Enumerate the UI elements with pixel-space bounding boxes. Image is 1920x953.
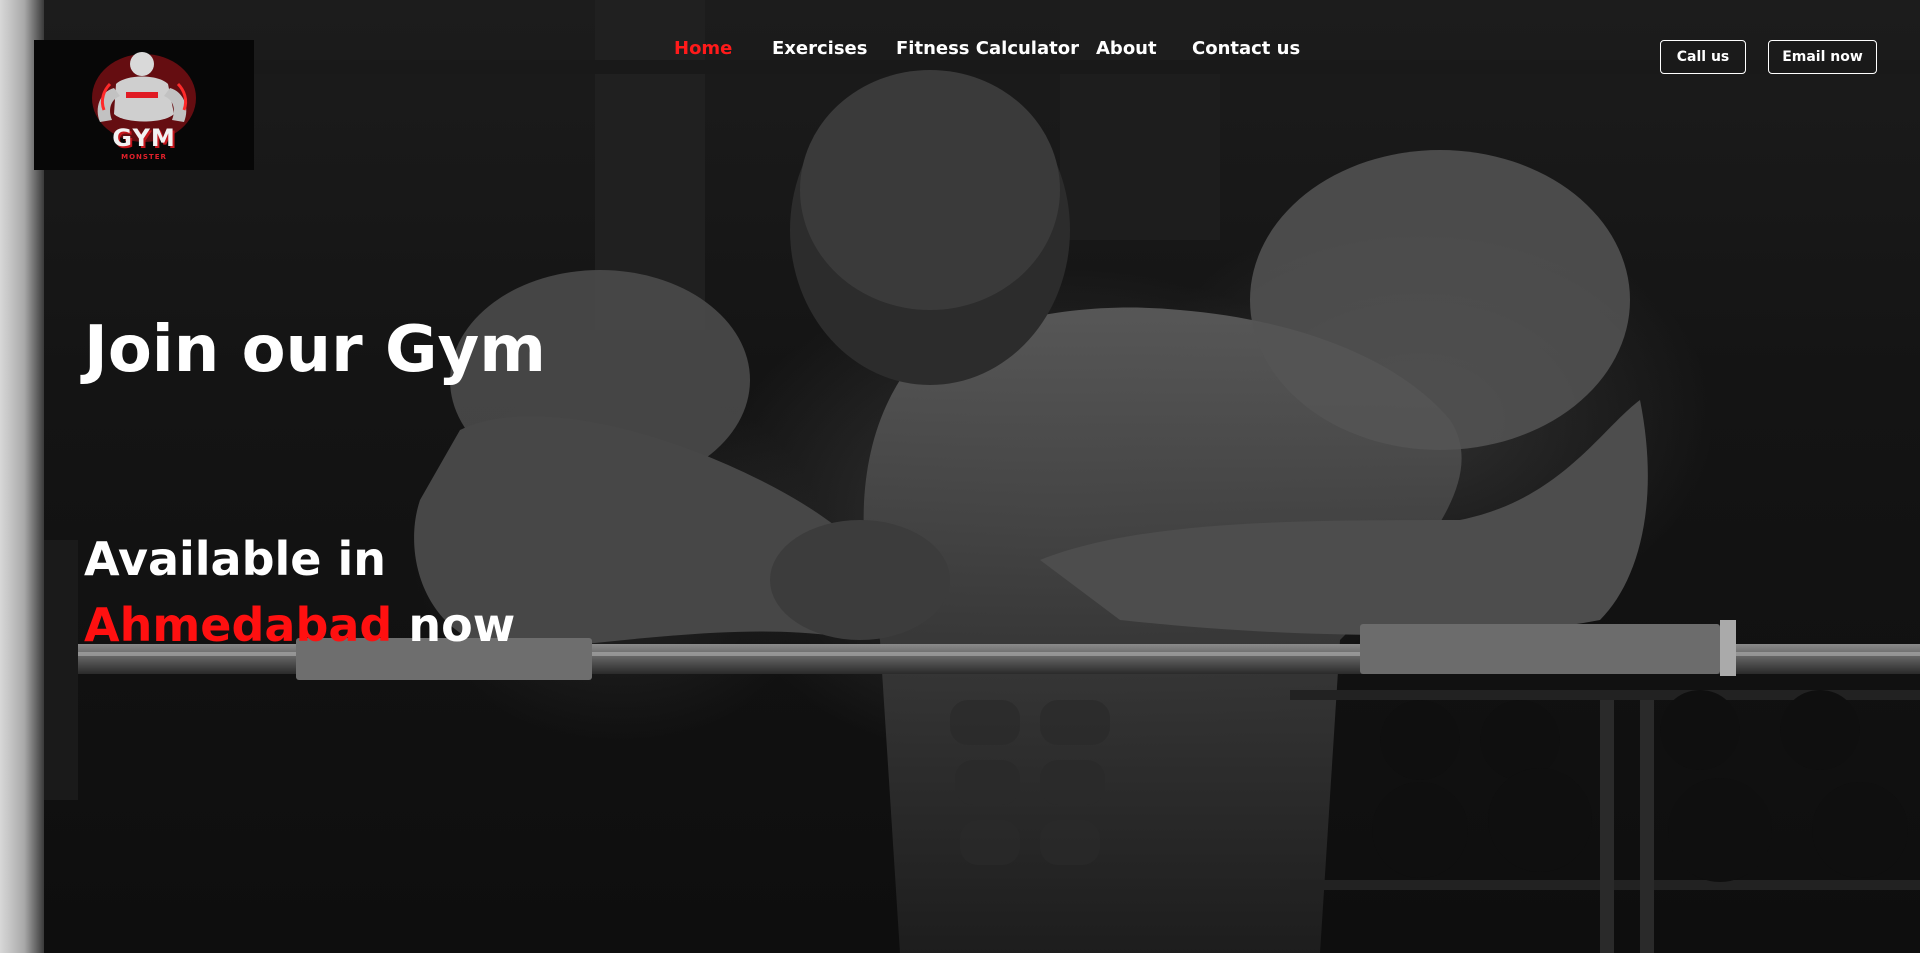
call-us-button[interactable]: Call us bbox=[1660, 40, 1746, 74]
logo-subtitle: MONSTER bbox=[121, 153, 167, 161]
availability-prefix: Available in bbox=[84, 532, 386, 586]
nav-item-about[interactable]: About bbox=[1096, 38, 1157, 59]
hero-availability: Available in Ahmedabad now bbox=[84, 526, 684, 658]
main-navigation: Home Exercises Fitness Calculator About … bbox=[0, 38, 1920, 66]
availability-city: Ahmedabad bbox=[84, 598, 393, 652]
hero-background-photo bbox=[0, 0, 1920, 953]
logo-title: GYM bbox=[112, 124, 176, 152]
nav-item-fitness-calculator[interactable]: Fitness Calculator bbox=[896, 38, 1079, 59]
nav-item-exercises[interactable]: Exercises bbox=[772, 38, 867, 59]
hero-headline: Join our Gym bbox=[84, 313, 546, 387]
hero-section: GYM MONSTER Home Exercises Fitness Calcu… bbox=[0, 0, 1920, 953]
nav-item-home[interactable]: Home bbox=[674, 38, 732, 59]
nav-item-contact-us[interactable]: Contact us bbox=[1192, 38, 1300, 59]
availability-suffix: now bbox=[408, 598, 516, 652]
email-now-button[interactable]: Email now bbox=[1768, 40, 1877, 74]
